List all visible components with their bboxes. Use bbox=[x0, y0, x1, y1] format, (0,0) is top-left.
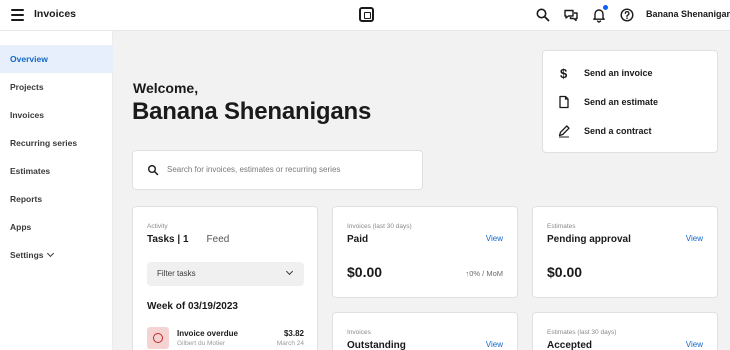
sidebar-item-settings[interactable]: Settings bbox=[0, 241, 113, 269]
accepted-card-label: Estimates (last 30 days) bbox=[547, 329, 617, 336]
accepted-card-title: Accepted bbox=[547, 340, 593, 350]
dollar-icon: $ bbox=[560, 66, 568, 80]
search-placeholder: Search for invoices, estimates or recurr… bbox=[167, 165, 341, 174]
sidebar-item-apps[interactable]: Apps bbox=[0, 213, 113, 241]
send-contract-button[interactable]: Send a contract bbox=[557, 122, 707, 142]
task-customer: Gilbert du Motier bbox=[177, 340, 226, 347]
filter-tasks-label: Filter tasks bbox=[157, 269, 196, 278]
search-icon[interactable] bbox=[535, 7, 551, 23]
activity-label: Activity bbox=[147, 223, 168, 230]
sidebar-item-settings-label: Settings bbox=[10, 250, 44, 260]
week-heading: Week of 03/19/2023 bbox=[147, 301, 238, 312]
outstanding-view-link[interactable]: View bbox=[486, 340, 503, 349]
document-icon bbox=[559, 95, 569, 109]
task-date: March 24 bbox=[276, 340, 304, 347]
search-icon bbox=[148, 165, 159, 176]
filter-tasks-dropdown[interactable]: Filter tasks bbox=[147, 262, 304, 286]
paid-card-title: Paid bbox=[347, 234, 369, 245]
help-icon[interactable] bbox=[619, 7, 635, 23]
paid-card: Invoices (last 30 days) Paid View $0.00 … bbox=[332, 206, 518, 298]
pending-amount: $0.00 bbox=[547, 264, 583, 280]
sidebar-item-overview[interactable]: Overview bbox=[0, 45, 113, 73]
app-title: Invoices bbox=[34, 8, 77, 20]
paid-amount: $0.00 bbox=[347, 264, 383, 280]
tab-feed[interactable]: Feed bbox=[207, 234, 230, 245]
sidebar: Overview Projects Invoices Recurring ser… bbox=[0, 31, 113, 350]
activity-tabs: Tasks | 1 Feed bbox=[147, 234, 229, 245]
sidebar-item-estimates[interactable]: Estimates bbox=[0, 157, 113, 185]
send-contract-label: Send a contract bbox=[584, 126, 652, 136]
pending-card-title: Pending approval bbox=[547, 234, 631, 245]
welcome-greeting: Welcome, bbox=[133, 80, 199, 96]
sidebar-item-reports[interactable]: Reports bbox=[0, 185, 113, 213]
paid-trend: ↑0% / MoM bbox=[465, 269, 503, 278]
pending-card-label: Estimates bbox=[547, 223, 576, 230]
outstanding-card-label: Invoices bbox=[347, 329, 371, 336]
outstanding-card-title: Outstanding bbox=[347, 340, 406, 350]
chat-icon[interactable] bbox=[563, 7, 579, 23]
paid-card-label: Invoices (last 30 days) bbox=[347, 223, 412, 230]
send-estimate-label: Send an estimate bbox=[584, 97, 659, 107]
svg-text:$: $ bbox=[560, 66, 568, 80]
chevron-down-icon bbox=[285, 267, 294, 276]
chevron-down-icon bbox=[46, 249, 54, 258]
quick-actions-panel: $ Send an invoice Send an estimate Send … bbox=[542, 50, 718, 153]
top-bar: Invoices Banana Shenanigans bbox=[0, 0, 730, 31]
sidebar-item-projects[interactable]: Projects bbox=[0, 73, 113, 101]
task-amount: $3.82 bbox=[283, 329, 304, 338]
task-title: Invoice overdue bbox=[177, 329, 238, 338]
pen-icon bbox=[558, 125, 570, 138]
outstanding-card: Invoices Outstanding View bbox=[332, 312, 518, 350]
accepted-view-link[interactable]: View bbox=[686, 340, 703, 349]
user-menu[interactable]: Banana Shenanigans bbox=[646, 9, 730, 19]
pending-approval-card: Estimates Pending approval View $0.00 bbox=[532, 206, 718, 298]
send-invoice-label: Send an invoice bbox=[584, 68, 653, 78]
overdue-alert-icon bbox=[147, 327, 169, 349]
notification-dot bbox=[603, 5, 608, 10]
accepted-card: Estimates (last 30 days) Accepted View bbox=[532, 312, 718, 350]
menu-icon[interactable] bbox=[11, 9, 24, 21]
paid-view-link[interactable]: View bbox=[486, 234, 503, 243]
sidebar-item-invoices[interactable]: Invoices bbox=[0, 101, 113, 129]
search-input[interactable]: Search for invoices, estimates or recurr… bbox=[132, 150, 423, 190]
sidebar-item-recurring-series[interactable]: Recurring series bbox=[0, 129, 113, 157]
tab-tasks[interactable]: Tasks | 1 bbox=[147, 234, 189, 245]
task-item[interactable]: Invoice overdue Gilbert du Motier $3.82 … bbox=[147, 325, 304, 350]
send-invoice-button[interactable]: $ Send an invoice bbox=[557, 64, 707, 84]
send-estimate-button[interactable]: Send an estimate bbox=[557, 93, 707, 113]
pending-view-link[interactable]: View bbox=[686, 234, 703, 243]
activity-card: Activity Tasks | 1 Feed Filter tasks Week… bbox=[132, 206, 318, 350]
square-logo-icon[interactable] bbox=[359, 7, 374, 22]
page-title: Banana Shenanigans bbox=[132, 98, 372, 125]
